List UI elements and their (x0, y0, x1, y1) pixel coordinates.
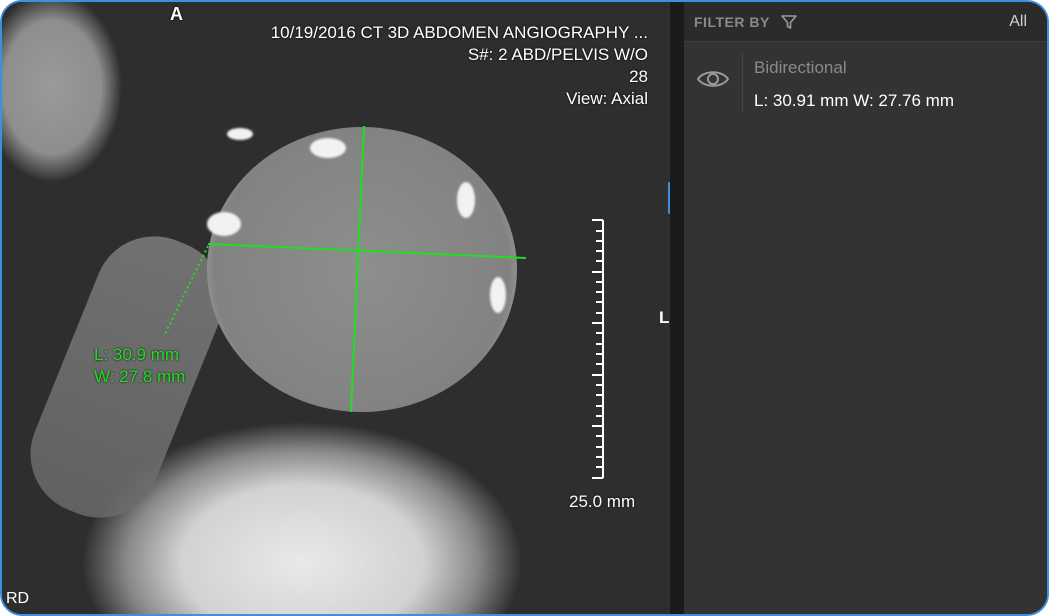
filter-select-all[interactable]: All (1009, 13, 1027, 31)
filter-label: FILTER BY (694, 13, 770, 30)
measurement-long-axis[interactable] (207, 243, 527, 259)
panel-gutter (670, 2, 684, 614)
measurements-panel: FILTER BY All Bidirectional L: 30.91 mm … (684, 2, 1047, 614)
measurement-width-text: W: 27.8 mm (94, 367, 186, 386)
measurement-label[interactable]: L: 30.9 mm W: 27.8 mm (94, 344, 185, 388)
filter-bar: FILTER BY All (684, 2, 1047, 42)
measurement-length-text: L: 30.9 mm (94, 345, 180, 364)
scale-label: 25.0 mm (569, 492, 636, 511)
measurement-list-item[interactable]: Bidirectional L: 30.91 mm W: 27.76 mm (684, 42, 1047, 122)
orientation-marker-bottom-left: RD (6, 590, 30, 607)
measurement-short-axis[interactable] (350, 125, 365, 413)
funnel-icon[interactable] (780, 13, 798, 31)
measurement-leader-line (163, 245, 209, 337)
app-window: A 10/19/2016 CT 3D ABDOMEN ANGIOGRAPHY .… (0, 0, 1049, 616)
item-divider (742, 52, 743, 112)
orientation-marker-right: L (659, 308, 670, 327)
measurement-type: Bidirectional (754, 58, 847, 77)
eye-icon[interactable] (696, 68, 730, 90)
scale-bar (592, 219, 604, 479)
image-viewport[interactable]: A 10/19/2016 CT 3D ABDOMEN ANGIOGRAPHY .… (2, 2, 670, 614)
measurement-value: L: 30.91 mm W: 27.76 mm (754, 91, 954, 110)
measurement-overlay[interactable] (2, 2, 670, 614)
